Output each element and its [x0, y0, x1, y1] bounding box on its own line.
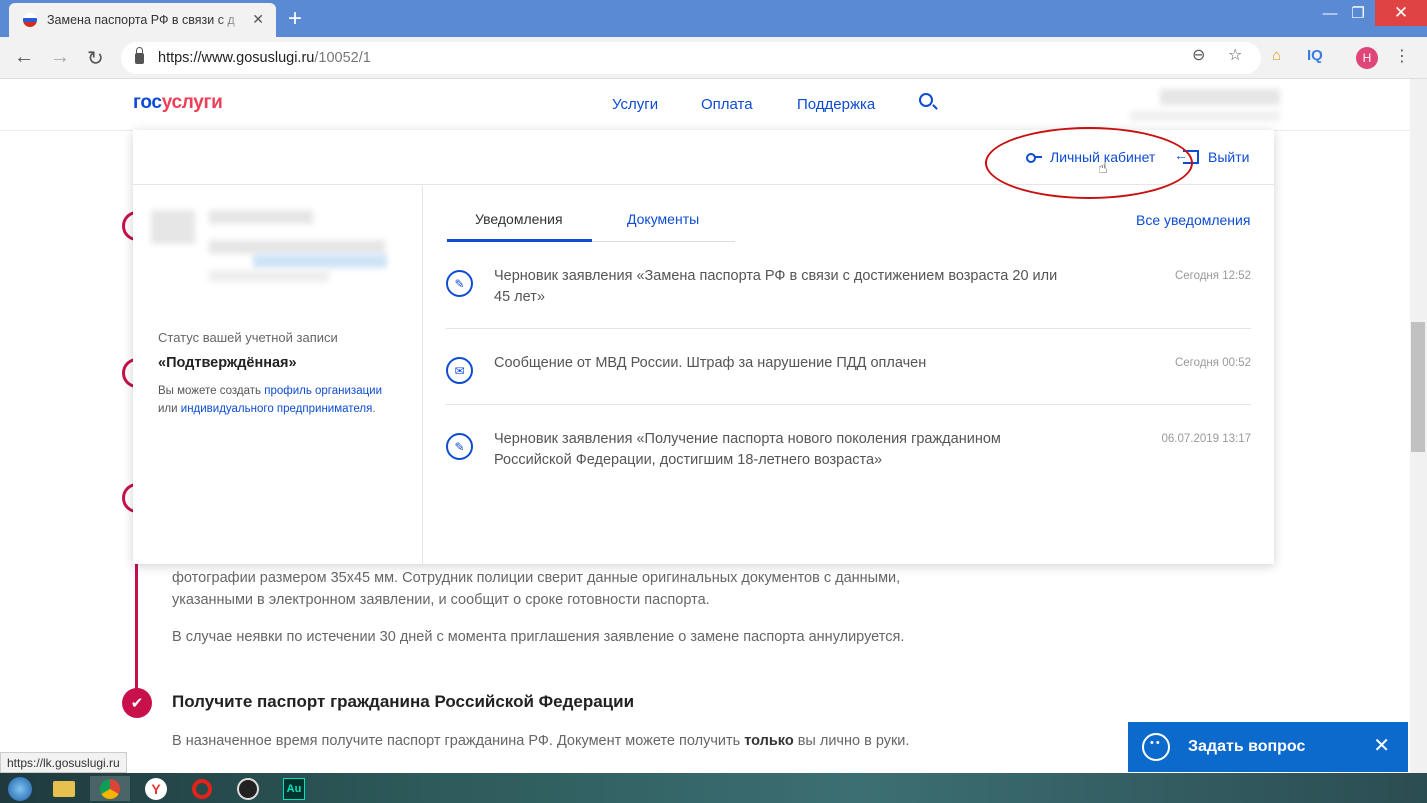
logo-part1: гос [133, 92, 162, 113]
step-paragraph-line1: фотографии размером 35х45 мм. Сотрудник … [172, 570, 901, 586]
blurred-user-detail [1130, 111, 1280, 121]
account-dropdown-panel: Личный кабинет Выйти ☝ Статус вашей учет… [133, 127, 1274, 564]
highlight-annotation-oval [985, 127, 1193, 199]
blurred-name [209, 210, 313, 224]
forward-icon[interactable]: → [50, 46, 70, 69]
url-host: https://www.gosuslugi.ru [158, 50, 315, 66]
note-suffix: . [372, 403, 376, 415]
note-prefix: Вы можете создать [158, 385, 265, 397]
close-chat-icon[interactable]: ✕ [1373, 733, 1390, 758]
audition-icon[interactable]: Au [274, 776, 314, 801]
step-description: В назначенное время получите паспорт гра… [172, 730, 909, 752]
account-status-label: Статус вашей учетной записи [158, 330, 338, 345]
restore-icon[interactable]: ❐ [1341, 0, 1375, 26]
opera-icon[interactable] [182, 776, 222, 801]
cancellation-note: В случае неявки по истечении 30 дней с м… [172, 629, 905, 645]
gosuslugi-logo[interactable]: госуслуги [133, 92, 223, 114]
tab-close-icon[interactable]: ✕ [252, 11, 264, 28]
browser-toolbar: ← → ↻ https://www.gosuslugi.ru/10052/1 ⊖… [0, 37, 1427, 79]
url-path: /10052/1 [314, 50, 371, 66]
step-paragraph-line2: указанными в электронном заявлении, и со… [172, 592, 710, 608]
tab-title: Замена паспорта РФ в связи с д [47, 13, 235, 27]
account-status-value: «Подтверждённая» [158, 355, 297, 371]
notification-divider [446, 328, 1251, 329]
obs-icon[interactable] [228, 776, 268, 801]
explorer-icon[interactable] [44, 776, 84, 801]
notification-text: Черновик заявления «Получение паспорта н… [494, 431, 1001, 468]
profile-avatar[interactable]: Н [1356, 47, 1378, 69]
ask-question-label: Задать вопрос [1188, 738, 1306, 755]
logo-part2: услуги [161, 92, 223, 113]
step-paragraph: фотографии размером 35х45 мм. Сотрудник … [172, 567, 900, 611]
panel-tabs: Уведомления Документы [447, 208, 735, 242]
tab-notifications[interactable]: Уведомления [475, 211, 563, 227]
draft-icon: ✎ [446, 270, 473, 297]
link-status-url: https://lk.gosuslugi.ru [0, 752, 127, 773]
blurred-link [253, 254, 387, 268]
nav-support[interactable]: Поддержка [797, 96, 875, 113]
hand-cursor-icon: ☝ [1098, 160, 1108, 177]
blurred-avatar [151, 210, 195, 244]
blurred-detail [209, 270, 329, 282]
iq-extension-icon[interactable]: IQ [1307, 47, 1323, 64]
step-text-pre: В назначенное время получите паспорт гра… [172, 733, 745, 749]
account-status-note: Вы можете создать профиль организации ил… [158, 382, 408, 418]
blurred-username [1160, 89, 1280, 105]
notification-text: Черновик заявления «Замена паспорта РФ в… [494, 268, 1058, 305]
close-window-icon[interactable]: ✕ [1375, 0, 1427, 26]
home-extension-icon[interactable]: ⌂ [1272, 47, 1281, 64]
back-icon[interactable]: ← [14, 46, 34, 69]
notification-text: Сообщение от МВД России. Штраф за наруше… [494, 355, 927, 371]
all-notifications-link[interactable]: Все уведомления [1136, 212, 1250, 228]
scrollbar-thumb[interactable] [1411, 322, 1425, 452]
ask-question-widget[interactable]: Задать вопрос ✕ [1128, 722, 1408, 772]
support-agent-icon [1142, 733, 1170, 761]
bookmark-star-icon[interactable]: ☆ [1228, 45, 1242, 65]
draft-icon: ✎ [446, 433, 473, 460]
notification-time: 06.07.2019 13:17 [1161, 433, 1251, 445]
notification-time: Сегодня 12:52 [1174, 270, 1251, 282]
step-heading: Получите паспорт гражданина Российской Ф… [172, 692, 635, 711]
menu-dots-icon[interactable]: ⋮ [1394, 46, 1410, 66]
browser-tab[interactable]: Замена паспорта РФ в связи с д ✕ [9, 3, 276, 37]
nav-services[interactable]: Услуги [612, 96, 658, 113]
note-mid: или [158, 403, 181, 415]
start-button[interactable] [0, 776, 40, 801]
lock-icon [135, 46, 144, 64]
new-tab-button[interactable]: + [288, 5, 302, 33]
logout-label: Выйти [1208, 149, 1250, 165]
user-info-column: Статус вашей учетной записи «Подтверждён… [133, 186, 423, 564]
active-tab-indicator [447, 239, 592, 242]
nav-payment[interactable]: Оплата [701, 96, 753, 113]
russian-flag-favicon-icon [23, 13, 37, 27]
step-text-post: вы лично в руки. [793, 733, 910, 749]
reload-icon[interactable]: ↻ [87, 46, 104, 71]
search-icon[interactable] [919, 93, 933, 107]
windows-taskbar: Y Au [0, 773, 1427, 803]
timeline-line [135, 560, 138, 700]
tab-documents[interactable]: Документы [627, 211, 699, 227]
step-text-bold: только [744, 733, 794, 749]
create-entrepreneur-link[interactable]: индивидуального предпринимателя [181, 403, 373, 415]
chrome-icon[interactable] [90, 776, 130, 801]
notification-time: Сегодня 00:52 [1174, 357, 1251, 369]
browser-titlebar: Замена паспорта РФ в связи с д ✕ + — ❐ ✕ [0, 0, 1427, 37]
zoom-icon[interactable]: ⊖ [1192, 45, 1205, 65]
timeline-check-icon: ✔ [122, 688, 152, 718]
notification-divider [446, 404, 1251, 405]
yandex-browser-icon[interactable]: Y [136, 776, 176, 801]
create-organization-link[interactable]: профиль организации [264, 385, 382, 397]
address-bar[interactable]: https://www.gosuslugi.ru/10052/1 [121, 42, 1261, 74]
site-header: госуслуги Услуги Оплата Поддержка [0, 79, 1410, 131]
message-icon: ✉ [446, 357, 473, 384]
panel-top-bar: Личный кабинет Выйти ☝ [133, 127, 1274, 199]
blurred-contact [209, 240, 385, 254]
